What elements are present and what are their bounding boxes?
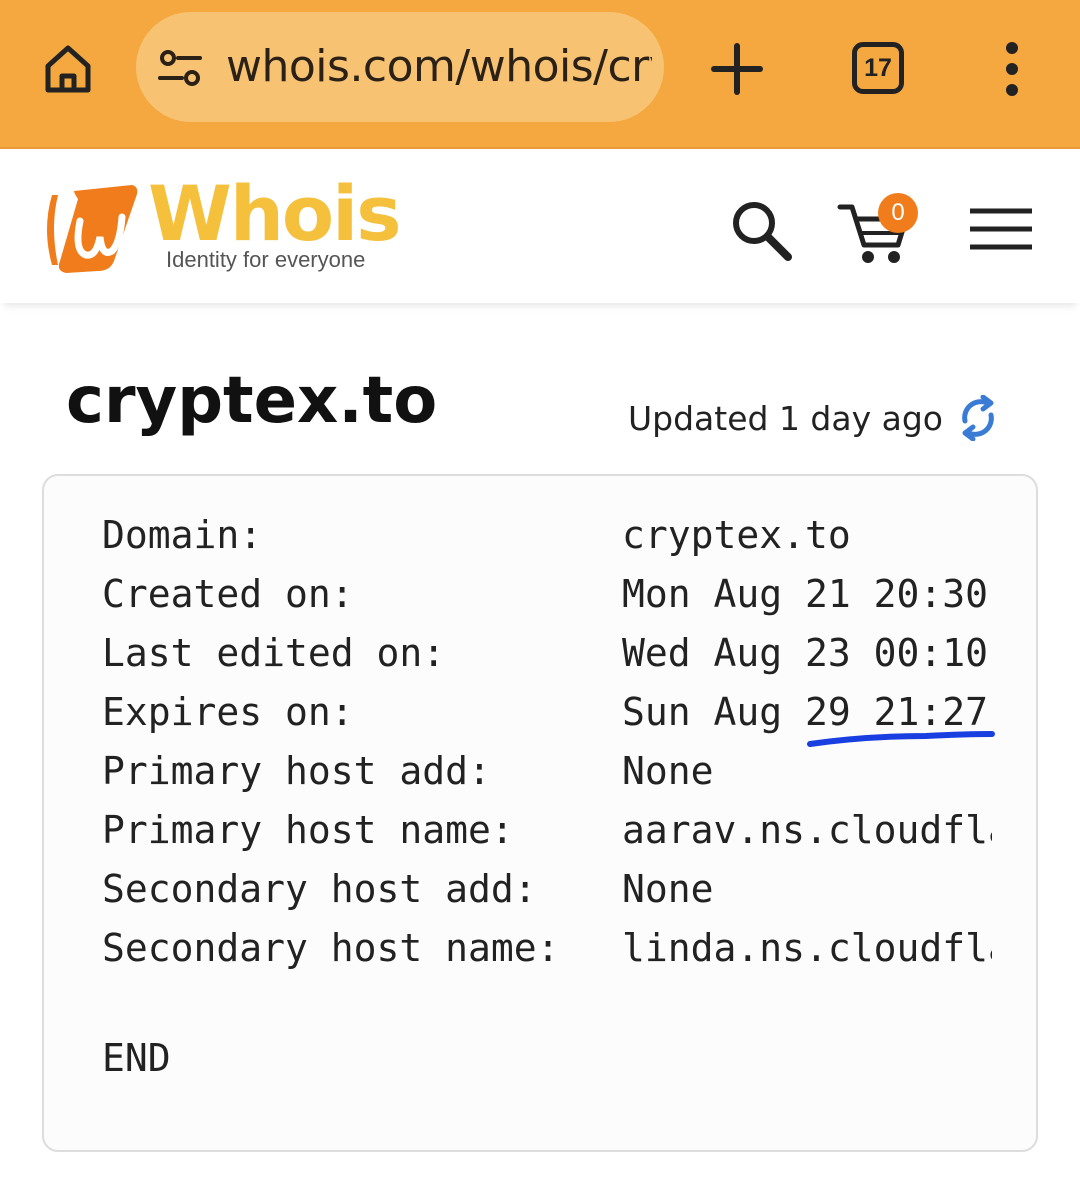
- tab-switcher-button[interactable]: 17: [852, 42, 904, 94]
- home-button[interactable]: [36, 36, 100, 100]
- logo-wordmark: Whois: [148, 169, 401, 258]
- whois-row-primary-host-name: Primary host name: aarav.ns.cloudflare.c…: [102, 801, 992, 860]
- whois-logo-mark-icon: [47, 185, 138, 273]
- whois-row-domain: Domain: cryptex.to: [102, 506, 992, 565]
- browser-toolbar: whois.com/whois/cryptex.to 17: [0, 0, 1080, 147]
- updated-text: Updated 1 day ago: [628, 398, 943, 438]
- whois-value: None: [622, 867, 714, 911]
- search-icon[interactable]: [728, 197, 794, 263]
- whois-row-last-edited: Last edited on: Wed Aug 23 00:10: [102, 624, 992, 683]
- whois-value: linda.ns.cloudflare.com: [622, 926, 992, 970]
- whois-record-list: Domain: cryptex.to Created on: Mon Aug 2…: [102, 506, 992, 978]
- site-header: Whois Identity for everyone 0: [0, 147, 1080, 303]
- url-text[interactable]: whois.com/whois/cryptex.to: [226, 12, 652, 122]
- whois-label: Expires on:: [102, 690, 354, 734]
- whois-row-expires: Expires on: Sun Aug 29 21:27: [102, 683, 992, 742]
- whois-row-secondary-host-name: Secondary host name: linda.ns.cloudflare…: [102, 919, 992, 978]
- whois-label: Secondary host add:: [102, 867, 537, 911]
- whois-value: None: [622, 749, 714, 793]
- whois-label: Primary host name:: [102, 808, 514, 852]
- page-title: cryptex.to: [66, 364, 438, 438]
- whois-row-primary-host-add: Primary host add: None: [102, 742, 992, 801]
- whois-label: Primary host add:: [102, 749, 491, 793]
- whois-logo[interactable]: Whois Identity for everyone: [44, 169, 404, 277]
- whois-value: Sun Aug 29 21:27: [622, 690, 989, 734]
- refresh-icon[interactable]: [957, 395, 999, 441]
- home-icon: [45, 45, 91, 93]
- whois-value: Wed Aug 23 00:10: [622, 631, 989, 675]
- address-bar[interactable]: whois.com/whois/cryptex.to: [136, 12, 664, 122]
- updated-status: Updated 1 day ago: [628, 392, 999, 444]
- cart-count-badge: 0: [878, 193, 918, 233]
- whois-end-marker: END: [102, 1036, 171, 1080]
- hamburger-menu-icon[interactable]: [968, 207, 1034, 251]
- whois-row-created: Created on: Mon Aug 21 20:30: [102, 565, 992, 624]
- whois-value: cryptex.to: [622, 513, 851, 557]
- whois-label: Last edited on:: [102, 631, 446, 675]
- more-options-icon[interactable]: [990, 38, 1034, 100]
- new-tab-icon[interactable]: [706, 38, 768, 100]
- logo-tagline: Identity for everyone: [166, 247, 366, 272]
- whois-label: Secondary host name:: [102, 926, 560, 970]
- whois-row-secondary-host-add: Secondary host add: None: [102, 860, 992, 919]
- site-settings-icon[interactable]: [158, 48, 202, 88]
- whois-label: Created on:: [102, 572, 354, 616]
- whois-value: aarav.ns.cloudflare.com: [622, 808, 992, 852]
- whois-value: Mon Aug 21 20:30: [622, 572, 989, 616]
- cart-button[interactable]: 0: [836, 193, 920, 269]
- whois-label: Domain:: [102, 513, 263, 557]
- whois-record-panel: Domain: cryptex.to Created on: Mon Aug 2…: [42, 474, 1038, 1152]
